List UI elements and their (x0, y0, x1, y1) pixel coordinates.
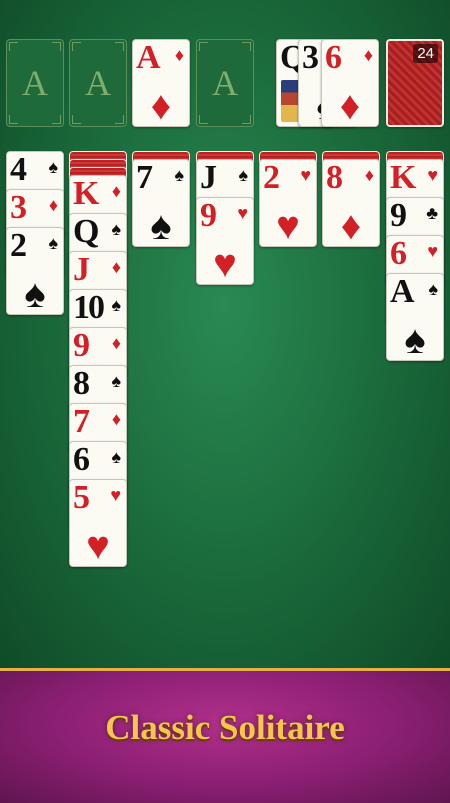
diamond-icon: ♦ (48, 195, 58, 215)
card-rank: 6 (73, 441, 90, 478)
card-9-of-hearts[interactable]: 9 ♥ ♥ (196, 197, 254, 285)
corner-ornament (242, 115, 251, 124)
club-icon: ♣ (426, 203, 438, 223)
card-rank: 9 (200, 197, 217, 234)
foundation-placeholder: A (212, 63, 238, 103)
heart-icon: ♥ (110, 485, 121, 505)
corner-ornament (115, 115, 124, 124)
heart-pip-icon: ♥ (213, 241, 237, 285)
diamond-icon: ♦ (111, 257, 121, 277)
card-rank: J (73, 251, 90, 288)
card-rank: 2 (263, 159, 280, 196)
diamond-icon: ♦ (364, 165, 374, 185)
title-banner: Classic Solitaire (0, 668, 450, 803)
spade-icon: ♠ (111, 371, 121, 391)
card-6-of-diamonds[interactable]: 6 ♦ ♦ (321, 39, 379, 127)
corner-ornament (9, 115, 18, 124)
corner-ornament (115, 42, 124, 51)
card-rank: A (390, 273, 415, 310)
card-2-of-hearts[interactable]: 2 ♥ ♥ (259, 159, 317, 247)
spade-icon: ♠ (428, 279, 438, 299)
corner-ornament (72, 42, 81, 51)
diamond-icon: ♦ (111, 333, 121, 353)
heart-icon: ♥ (237, 203, 248, 223)
card-rank: 6 (325, 39, 342, 76)
spade-icon: ♠ (111, 447, 121, 467)
diamond-icon: ♦ (111, 409, 121, 429)
spade-icon: ♠ (238, 165, 248, 185)
card-rank: 6 (390, 235, 407, 272)
spade-icon: ♠ (48, 157, 58, 177)
diamond-icon: ♦ (174, 45, 184, 65)
spade-pip-icon: ♠ (404, 317, 426, 361)
spade-pip-icon: ♠ (150, 203, 172, 247)
card-8-of-diamonds[interactable]: 8 ♦ ♦ (322, 159, 380, 247)
foundation-slot[interactable]: A (69, 39, 127, 127)
card-rank: 3 (302, 39, 319, 76)
game-title: Classic Solitaire (105, 708, 345, 747)
card-rank: 9 (73, 327, 90, 364)
foundation-slot[interactable]: A (6, 39, 64, 127)
spade-pip-icon: ♠ (24, 271, 46, 315)
card-rank: A (136, 39, 161, 76)
corner-ornament (242, 42, 251, 51)
foundation-placeholder: A (22, 63, 48, 103)
spade-icon: ♠ (48, 233, 58, 253)
corner-ornament (72, 115, 81, 124)
card-rank: K (390, 159, 416, 196)
corner-ornament (52, 115, 61, 124)
spade-icon: ♠ (111, 219, 121, 239)
card-a-of-diamonds[interactable]: A ♦ ♦ (132, 39, 190, 127)
card-rank: 7 (73, 403, 90, 440)
card-rank: Q (73, 213, 99, 250)
stock-count: 24 (413, 44, 438, 63)
foundation-placeholder: A (85, 63, 111, 103)
card-rank: 4 (10, 151, 27, 188)
diamond-icon: ♦ (111, 181, 121, 201)
card-rank: J (200, 159, 217, 196)
foundation-slot[interactable]: A (196, 39, 254, 127)
card-2-of-spades[interactable]: 2 ♠ ♠ (6, 227, 64, 315)
card-rank: 8 (73, 365, 90, 402)
card-rank: 7 (136, 159, 153, 196)
heart-icon: ♥ (427, 165, 438, 185)
corner-ornament (9, 42, 18, 51)
card-rank: K (73, 175, 99, 212)
card-a-of-spades[interactable]: A ♠ ♠ (386, 273, 444, 361)
diamond-pip-icon: ♦ (150, 83, 172, 127)
game-table: AAA♦♦A Q♠3♠♠6♦♦ 24 4♠♠3♦♦2♠♠K♦♦Q♠♠J♦♦10♠… (0, 0, 450, 680)
heart-icon: ♥ (300, 165, 311, 185)
diamond-pip-icon: ♦ (339, 83, 361, 127)
card-7-of-spades[interactable]: 7 ♠ ♠ (132, 159, 190, 247)
heart-pip-icon: ♥ (86, 523, 110, 567)
corner-ornament (199, 42, 208, 51)
heart-pip-icon: ♥ (276, 203, 300, 247)
corner-ornament (52, 42, 61, 51)
spade-icon: ♠ (174, 165, 184, 185)
card-5-of-hearts[interactable]: 5 ♥ ♥ (69, 479, 127, 567)
spade-icon: ♠ (111, 295, 121, 315)
diamond-icon: ♦ (363, 45, 373, 65)
card-rank: 5 (73, 479, 90, 516)
heart-icon: ♥ (427, 241, 438, 261)
corner-ornament (199, 115, 208, 124)
card-rank: 3 (10, 189, 27, 226)
diamond-pip-icon: ♦ (340, 203, 362, 247)
card-rank: 10 (73, 289, 105, 326)
card-rank: 9 (390, 197, 407, 234)
stock-pile[interactable]: 24 (386, 39, 444, 127)
card-rank: 2 (10, 227, 27, 264)
card-rank: 8 (326, 159, 343, 196)
